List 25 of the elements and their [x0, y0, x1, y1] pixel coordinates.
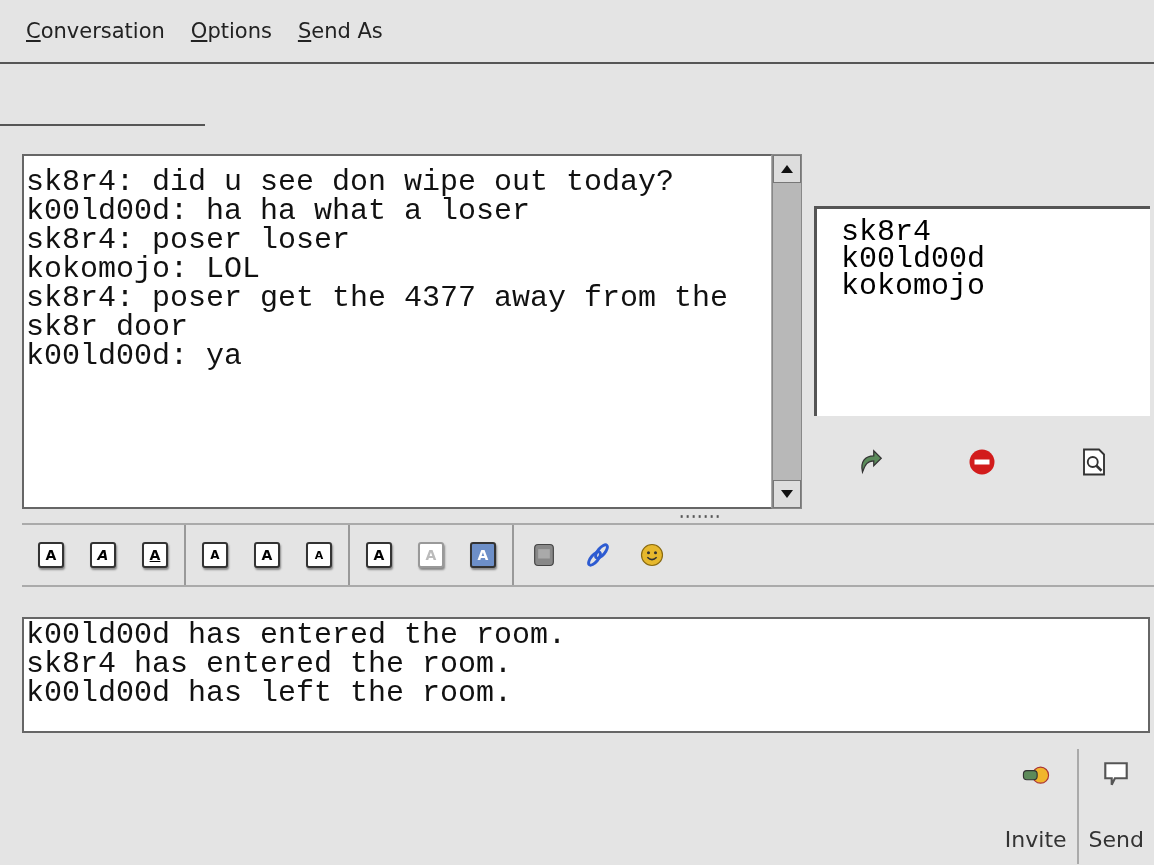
- buddy-name[interactable]: k00ld00d: [841, 246, 1126, 273]
- smiley-icon[interactable]: [638, 541, 666, 569]
- underline-button[interactable]: A: [142, 542, 168, 568]
- smaller-text-button[interactable]: A: [306, 542, 332, 568]
- resize-grip[interactable]: [680, 513, 720, 519]
- font-face-button[interactable]: A: [366, 542, 392, 568]
- chat-message: sk8r4: poser loser: [26, 226, 352, 255]
- chat-message: k00ld00d: ha ha what a loser: [26, 197, 532, 226]
- send-button[interactable]: Send: [1076, 749, 1154, 864]
- chain-link-icon[interactable]: [584, 541, 612, 569]
- chat-message: k00ld00d: ya: [26, 342, 244, 371]
- buddy-name[interactable]: sk8r4: [841, 219, 1126, 246]
- chat-message: sk8r4: did u see don wipe out today?: [26, 168, 676, 197]
- scroll-bar[interactable]: [772, 154, 802, 509]
- menu-item[interactable]: Options: [190, 19, 272, 43]
- bold-button[interactable]: A: [38, 542, 64, 568]
- message-input[interactable]: k00ld00d has entered the room. sk8r4 has entered the room. k00ld00d has left the room.: [22, 617, 1150, 733]
- chat-message: kokomojo: LOL: [26, 255, 262, 284]
- menu-item[interactable]: Send As: [297, 19, 383, 43]
- normal-text-button[interactable]: A: [254, 542, 280, 568]
- menu-item[interactable]: Conversation: [26, 19, 165, 43]
- invite-button[interactable]: Invite: [994, 749, 1077, 864]
- italic-button[interactable]: A: [90, 542, 116, 568]
- buddy-name[interactable]: kokomojo: [841, 273, 1126, 300]
- larger-text-button[interactable]: A: [202, 542, 228, 568]
